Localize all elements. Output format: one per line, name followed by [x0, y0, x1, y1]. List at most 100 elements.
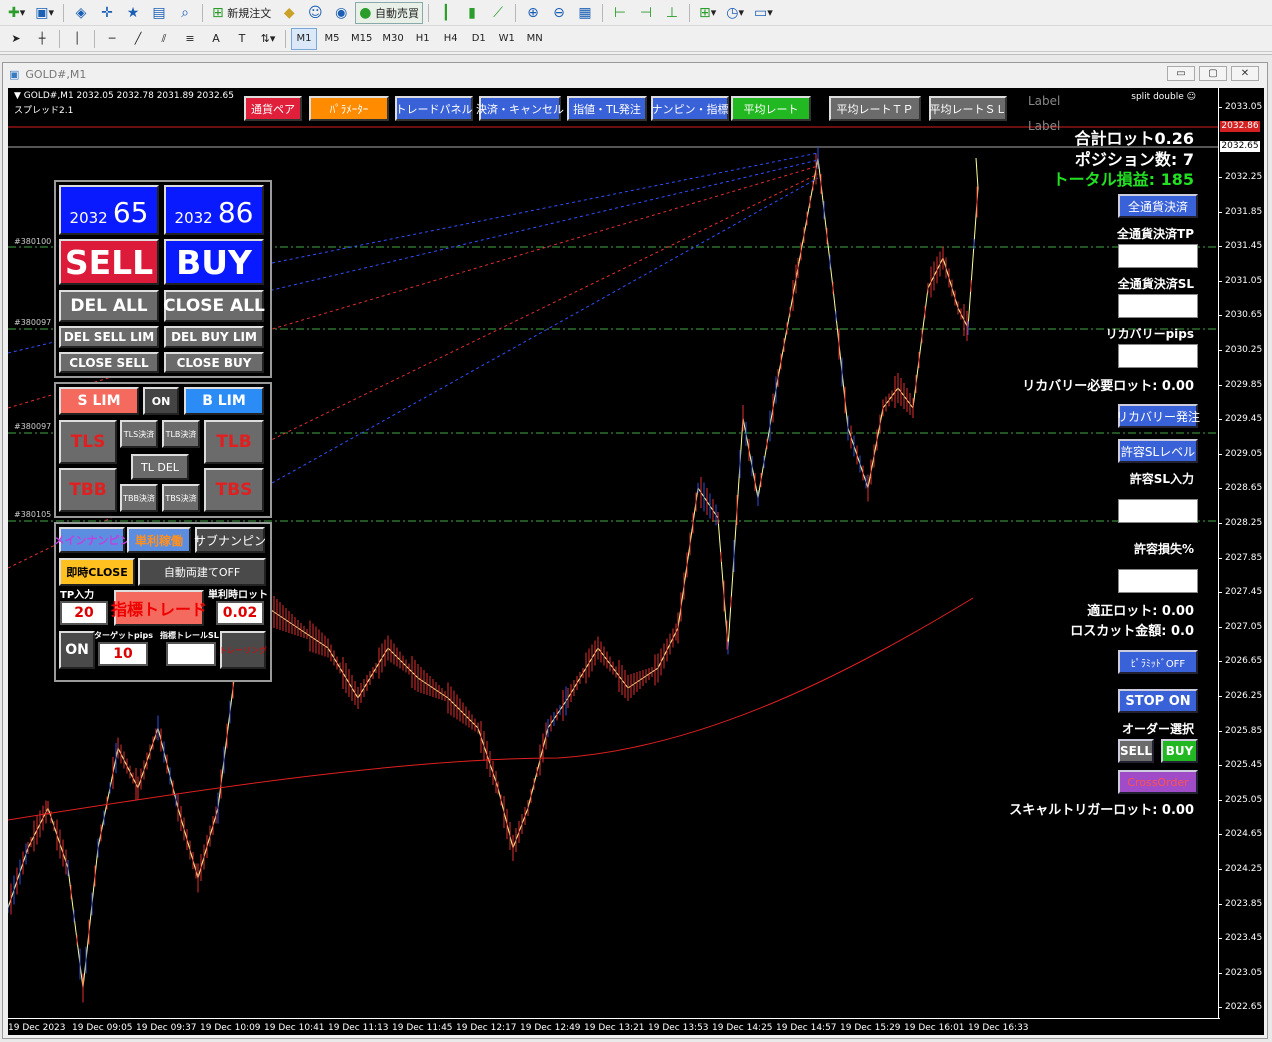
tls-button[interactable]: TLS: [59, 420, 117, 464]
timeframe-w1[interactable]: W1: [494, 28, 520, 50]
timeframe-m5[interactable]: M5: [319, 28, 345, 50]
tester-button[interactable]: ⌕: [173, 2, 197, 24]
topbar-button-0[interactable]: 通貨ペア: [244, 96, 302, 121]
arrows-tool[interactable]: ⇅ ▾: [256, 28, 280, 50]
topbar-button-4[interactable]: 指値・TL発注: [567, 96, 647, 121]
fibo-tool[interactable]: ≡: [178, 28, 202, 50]
sell-button[interactable]: SELL: [59, 239, 159, 285]
tile-windows-button[interactable]: ▦: [573, 2, 597, 24]
auto-trade-button[interactable]: ● 自動売買: [355, 1, 423, 24]
text-tool[interactable]: A: [204, 28, 228, 50]
indicator-trade-button[interactable]: 指標トレード: [111, 590, 207, 626]
topbar-button-3[interactable]: 決済・キャンセル: [476, 96, 564, 121]
del-all-button[interactable]: DEL ALL: [59, 290, 159, 322]
single-profit-button[interactable]: 単利稼働: [127, 527, 191, 553]
limit-on-button[interactable]: ON: [143, 387, 179, 415]
close-sell-button[interactable]: CLOSE SELL: [59, 352, 159, 373]
sub-nanpin-button[interactable]: サブナンピン: [194, 527, 266, 553]
new-order-button[interactable]: ⊞ 新規注文: [208, 2, 275, 24]
timeframe-h1[interactable]: H1: [410, 28, 436, 50]
cursor-tool[interactable]: ➤: [4, 28, 28, 50]
s-lim-button[interactable]: S LIM: [59, 387, 139, 415]
target-pips-input[interactable]: 10: [98, 642, 148, 666]
instant-close-button[interactable]: 即時CLOSE: [59, 558, 135, 586]
metaeditor-button[interactable]: ◆: [277, 2, 301, 24]
tbs-close-button[interactable]: TBS決済: [162, 484, 200, 512]
vertical-line-tool[interactable]: │: [65, 28, 89, 50]
chart-shift-button[interactable]: ⊢: [608, 2, 632, 24]
tlb-close-button[interactable]: TLB決済: [162, 420, 200, 448]
topbar-button-6[interactable]: 平均レート: [731, 96, 811, 121]
channel-tool[interactable]: ⫽: [152, 28, 176, 50]
account-button[interactable]: ☺: [303, 2, 327, 24]
market-watch-button[interactable]: ◈: [69, 2, 93, 24]
templates-button[interactable]: ▭ ▾: [750, 2, 777, 24]
data-window-button[interactable]: ✛: [95, 2, 119, 24]
signals-button[interactable]: ◉: [329, 2, 353, 24]
period-separator-button[interactable]: ⊥: [660, 2, 684, 24]
tp-input[interactable]: 20: [60, 601, 108, 625]
timeframe-m30[interactable]: M30: [378, 28, 407, 50]
main-nanpin-button[interactable]: メインナンピン: [54, 527, 131, 553]
terminal-button[interactable]: ▤: [147, 2, 171, 24]
timeframe-m15[interactable]: M15: [347, 28, 376, 50]
tls-close-button[interactable]: TLS決済: [120, 420, 158, 448]
recovery-order-button[interactable]: リカバリー発注: [1116, 404, 1200, 428]
timeframe-d1[interactable]: D1: [466, 28, 492, 50]
zoom-in-button[interactable]: ⊕: [521, 2, 545, 24]
close-all-sl-input[interactable]: [1118, 294, 1198, 318]
timeframe-mn[interactable]: MN: [522, 28, 548, 50]
pyramid-off-button[interactable]: ﾋﾟﾗﾐｯﾄﾞOFF: [1118, 650, 1198, 674]
topbar-button-7[interactable]: 平均レートＴＰ: [829, 96, 921, 121]
buy-button[interactable]: BUY: [164, 239, 264, 285]
close-all-currency-button[interactable]: 全通貨決済: [1118, 194, 1198, 218]
minimize-button[interactable]: ▭: [1167, 66, 1195, 81]
bar-chart-button[interactable]: ┃: [434, 2, 458, 24]
allow-sl-level-button[interactable]: 許容SLレベル: [1118, 439, 1198, 463]
close-all-button[interactable]: CLOSE ALL: [163, 290, 265, 322]
tbs-button[interactable]: TBS: [204, 468, 264, 512]
topbar-button-1[interactable]: ﾊﾟﾗﾒｰﾀｰ: [309, 96, 389, 121]
horizontal-line-tool[interactable]: ─: [100, 28, 124, 50]
timeframe-m1[interactable]: M1: [291, 27, 317, 50]
line-chart-button[interactable]: ⟋: [486, 2, 510, 24]
allow-loss-pct-input[interactable]: [1118, 569, 1198, 593]
tl-del-button[interactable]: TL DEL: [131, 454, 189, 480]
order-sell-button[interactable]: SELL: [1118, 739, 1154, 763]
trailing-button[interactable]: トレーリング: [219, 631, 267, 669]
autoscroll-button[interactable]: ⊣: [634, 2, 658, 24]
timeframe-h4[interactable]: H4: [438, 28, 464, 50]
topbar-button-2[interactable]: トレードパネル: [395, 96, 473, 121]
topbar-button-5[interactable]: ナンピン・指標: [651, 96, 729, 121]
del-buy-lim-button[interactable]: DEL BUY LIM: [164, 326, 264, 348]
chart-area[interactable]: ▼ GOLD#,M1 2032.05 2032.78 2031.89 2032.…: [8, 88, 1264, 1035]
periods-button[interactable]: ◷ ▾: [722, 2, 748, 24]
profiles-button[interactable]: ▣ ▾: [31, 2, 58, 24]
order-buy-button[interactable]: BUY: [1161, 739, 1198, 763]
text-label-tool[interactable]: T: [230, 28, 254, 50]
close-buy-button[interactable]: CLOSE BUY: [164, 352, 264, 373]
topbar-button-8[interactable]: 平均レートＳＬ: [929, 96, 1007, 121]
tlb-button[interactable]: TLB: [204, 420, 264, 464]
tbb-close-button[interactable]: TBB決済: [120, 484, 158, 512]
auto-hedge-button[interactable]: 自動両建てOFF: [138, 558, 266, 586]
trail-sl-input[interactable]: [166, 642, 216, 666]
indicators-button[interactable]: ⊞ ▾: [695, 2, 720, 24]
navigator-button[interactable]: ★: [121, 2, 145, 24]
close-button[interactable]: ✕: [1231, 66, 1259, 81]
del-sell-lim-button[interactable]: DEL SELL LIM: [59, 326, 159, 348]
tbb-button[interactable]: TBB: [59, 468, 117, 512]
candle-chart-button[interactable]: ▮: [460, 2, 484, 24]
trendline-tool[interactable]: ╱: [126, 28, 150, 50]
allow-sl-input[interactable]: [1118, 499, 1198, 523]
indicator-on-button[interactable]: ON: [59, 631, 95, 669]
lot-input[interactable]: 0.02: [216, 601, 264, 625]
stop-on-button[interactable]: STOP ON: [1118, 689, 1198, 713]
new-chart-button[interactable]: ✚ ▾: [4, 2, 29, 24]
recovery-pips-input[interactable]: [1118, 344, 1198, 368]
b-lim-button[interactable]: B LIM: [184, 387, 264, 415]
crosshair-tool[interactable]: ┼: [30, 28, 54, 50]
maximize-button[interactable]: ▢: [1199, 66, 1227, 81]
zoom-out-button[interactable]: ⊖: [547, 2, 571, 24]
cross-order-button[interactable]: CrossOrder: [1118, 770, 1198, 794]
